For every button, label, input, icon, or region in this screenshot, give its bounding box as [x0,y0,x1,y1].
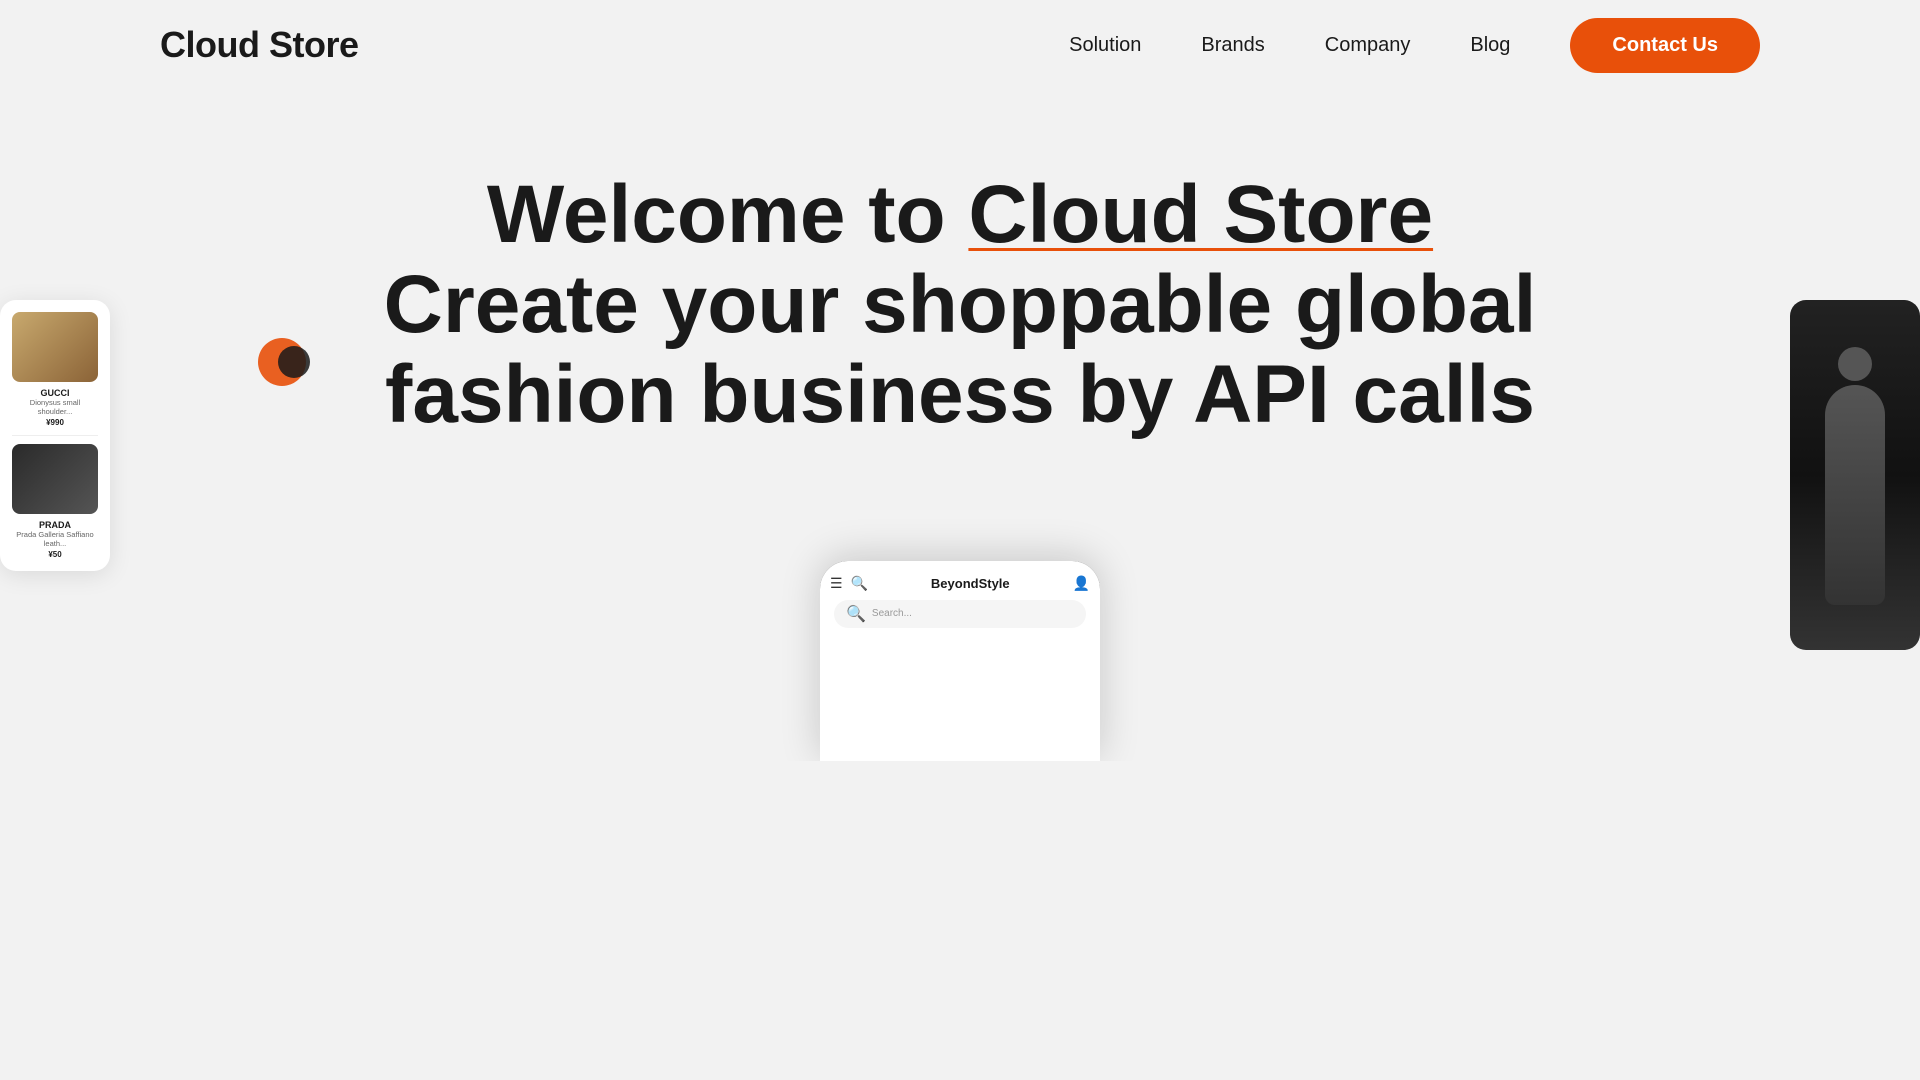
dark-circle-decoration [278,346,310,378]
phone-search-icon-inner: 🔍 [846,604,866,624]
hero-title-prefix: Welcome to [487,169,968,260]
phone-inner: ☰ 🔍 BeyondStyle 👤 🔍 Search... [820,561,1100,761]
figure-head [1838,347,1872,381]
nav-blog[interactable]: Blog [1470,34,1510,57]
brand-label-2: PRADA [12,520,98,530]
hero-title: Welcome to Cloud Store [20,170,1900,260]
phone-search-icon: 🔍 [851,575,868,592]
center-phone-mockup: ☰ 🔍 BeyondStyle 👤 🔍 Search... [820,561,1100,761]
nav-brands[interactable]: Brands [1201,34,1264,57]
phone-user-icon: 👤 [1073,575,1090,592]
nav-links: Solution Brands Company Blog Contact Us [1069,18,1760,73]
brand-label-1: GUCCI [12,388,98,398]
product-name-2: Prada Galleria Saffiano leath... [12,530,98,548]
hero-section: Welcome to Cloud Store Create your shopp… [0,90,1920,761]
nav-company[interactable]: Company [1325,34,1411,57]
product-image-2 [12,444,98,514]
phone-nav-bar: ☰ 🔍 BeyondStyle 👤 [830,571,1090,600]
phone-menu-icon: ☰ [830,575,843,592]
hero-images-row: ← ↑ 🏆 热卖榜单 根据72小时内官方销售数据排序 美护榜 男鞋榜 女鞋榜 女… [20,501,1900,761]
left-product-card: GUCCI Dionysus small shoulder... ¥990 PR… [0,300,110,571]
hero-brand-name: Cloud Store [968,169,1433,260]
right-fashion-card [1790,300,1920,650]
phone-search-placeholder: Search... [872,608,912,619]
navbar: Cloud Store Solution Brands Company Blog… [0,0,1920,90]
product-name-1: Dionysus small shoulder... [12,398,98,416]
site-logo: Cloud Store [160,24,359,66]
phone-brand-name: BeyondStyle [876,576,1065,591]
nav-solution[interactable]: Solution [1069,34,1141,57]
fashion-figure [1790,300,1920,650]
product-price-1: ¥990 [12,418,98,427]
contact-us-button[interactable]: Contact Us [1570,18,1760,73]
product-price-2: ¥50 [12,550,98,559]
product-image-1 [12,312,98,382]
phone-search-bar[interactable]: 🔍 Search... [834,600,1086,628]
hero-subtitle-line2: Create your shoppable global [20,260,1900,350]
figure-body [1825,385,1885,605]
card-divider [12,435,98,436]
